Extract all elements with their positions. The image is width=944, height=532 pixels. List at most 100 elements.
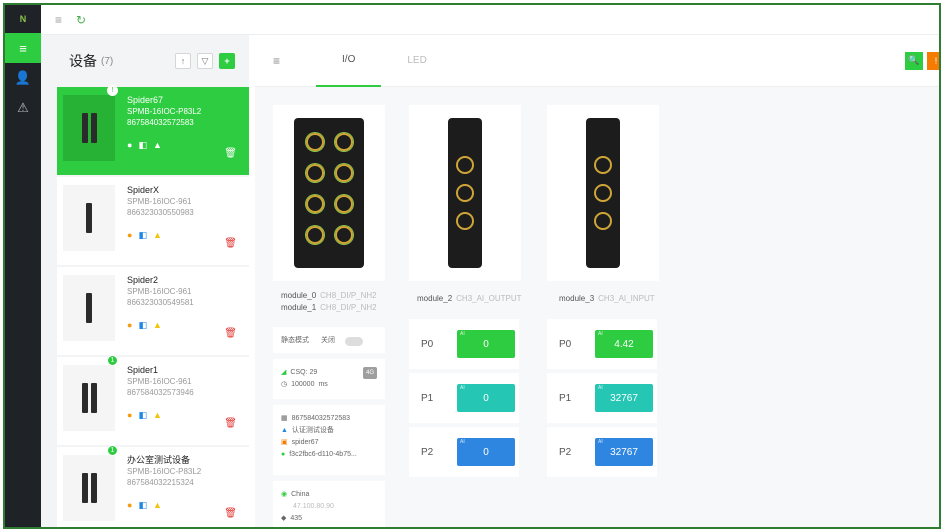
device-card[interactable]: 1 Spider1 SPMB-16IOC-961 867584032573946… <box>57 355 249 445</box>
tab-bar: ≡ I/O LED 🔍 ! <box>255 35 939 87</box>
rate-unit: ms <box>318 381 328 388</box>
location-card: ◉ China 47.100.80.90 ◆ 435 <box>273 481 385 527</box>
device-card[interactable]: Spider2 SPMB-16IOC-961 866323030549581 ●… <box>57 267 249 355</box>
device-model: SPMB-16IOC-961 <box>127 287 192 296</box>
mode-label: 静态模式 <box>281 337 309 344</box>
device-model: SPMB-16IOC-P83L2 <box>127 107 202 116</box>
device-thumbnail <box>63 95 115 161</box>
module-0-image[interactable] <box>273 105 385 281</box>
module-2-image[interactable] <box>409 105 521 281</box>
port-label: P1 <box>421 392 434 404</box>
main-menu-icon[interactable]: ≡ <box>273 54 280 68</box>
device-serial: 867584032572583 <box>127 118 194 127</box>
refresh-icon[interactable]: ↻ <box>76 13 86 27</box>
port-value[interactable]: AI 0 <box>457 384 515 412</box>
port-value[interactable]: AI 0 <box>457 438 515 466</box>
module-3-image[interactable] <box>547 105 659 281</box>
device-name: Spider2 <box>127 275 159 285</box>
device-icon: ◧ <box>138 500 147 510</box>
warning-icon: ▲ <box>152 410 162 420</box>
module-0-sub: CH8_DI/P_NH2 <box>320 291 377 300</box>
port-value[interactable]: AI 32767 <box>595 384 653 412</box>
module-3-caption: module_3 CH3_AI_INPUT <box>559 294 655 303</box>
imei-value: 867584032572583 <box>291 415 351 422</box>
location-icon: ◉ <box>281 491 288 498</box>
device-panel-title: 设备 <box>69 53 97 69</box>
status-dot-icon: ● <box>127 410 133 420</box>
status-dot-icon: ● <box>127 320 133 330</box>
search-icon[interactable]: 🔍 <box>905 51 923 70</box>
network-tag: 4G <box>362 367 377 379</box>
name-value: spider67 <box>291 439 319 446</box>
status-dot-icon: ● <box>127 500 133 510</box>
csq-value: CSQ: 29 <box>290 369 318 376</box>
delete-icon[interactable]: 🗑 <box>224 238 237 249</box>
filter-button[interactable]: ▽ <box>197 53 213 69</box>
device-badge: ! <box>107 85 118 96</box>
device-thumbnail <box>63 275 115 341</box>
io-left-p1: P1 AI 0 <box>409 373 519 423</box>
group-value: 认证测试设备 <box>291 427 334 434</box>
app-window: N ≡ 👤 ⚠ ≡ ↻ 设备 (7) ↑ ▽ + ! Spider67 SPMB… <box>3 3 941 529</box>
device-icon: ◧ <box>138 140 147 150</box>
delete-icon[interactable]: 🗑 <box>224 418 237 429</box>
device-panel-header: 设备 (7) ↑ ▽ + <box>41 35 249 87</box>
number-icon: ◆ <box>281 515 287 522</box>
tab-io[interactable]: I/O <box>316 35 382 87</box>
delete-icon[interactable]: 🗑 <box>224 328 237 339</box>
top-bar: ≡ ↻ <box>41 5 939 35</box>
mode-toggle[interactable] <box>345 336 363 346</box>
sort-button[interactable]: ↑ <box>175 53 191 69</box>
device-thumbnail <box>63 185 115 251</box>
device-icon: ◧ <box>138 230 147 240</box>
device-model: SPMB-16IOC-P83L2 <box>127 467 202 476</box>
name-icon: ▣ <box>281 439 288 446</box>
signal-card: ◢ CSQ: 29 4G ◷ 100000 ms <box>273 359 385 399</box>
device-card[interactable]: SpiderX SPMB-16IOC-961 866323030550983 ●… <box>57 177 249 265</box>
device-thumbnail <box>63 365 115 431</box>
port-label: P2 <box>421 446 434 458</box>
user-nav-icon[interactable]: 👤 <box>5 63 41 93</box>
delete-icon[interactable]: 🗑 <box>224 508 237 519</box>
io-left-p2: P2 AI 0 <box>409 427 519 477</box>
id-value: f3c2fbc6-d110-4b75... <box>289 451 357 458</box>
add-device-button[interactable]: + <box>219 53 235 69</box>
warning-icon: ▲ <box>152 140 162 150</box>
port-value[interactable]: AI 32767 <box>595 438 653 466</box>
io-left-p0: P0 AI 0 <box>409 319 519 369</box>
port-value[interactable]: AI 4.42 <box>595 330 653 358</box>
module-2-label: module_2 <box>417 294 453 303</box>
number-value: 435 <box>290 515 303 522</box>
port-value[interactable]: AI 0 <box>457 330 515 358</box>
location-sub: 47.100.80.90 <box>293 503 334 510</box>
module-3-label: module_3 <box>559 294 595 303</box>
signal-icon: ◢ <box>281 369 287 376</box>
alert-button[interactable]: ! <box>927 51 939 70</box>
location-value: China <box>291 491 310 498</box>
main-content: ≡ I/O LED 🔍 ! module_0 CH8_DI/P_NH2 modu… <box>255 35 939 527</box>
warning-icon: ▲ <box>152 500 162 510</box>
device-model: SPMB-16IOC-961 <box>127 377 192 386</box>
menu-toggle-icon[interactable]: ≡ <box>55 13 62 27</box>
device-badge: 1 <box>107 355 118 366</box>
port-label: P2 <box>559 446 572 458</box>
delete-icon[interactable]: 🗑 <box>224 148 237 159</box>
clock-icon: ◷ <box>281 381 288 388</box>
device-card[interactable]: 1 办公室测试设备 SPMB-16IOC-P83L2 8675840322153… <box>57 445 249 527</box>
io-right-p1: P1 AI 32767 <box>547 373 657 423</box>
module-1-sub: CH8_DI/P_NH2 <box>320 303 377 312</box>
tab-led[interactable]: LED <box>381 35 452 87</box>
devices-nav-icon[interactable]: ≡ <box>5 33 41 63</box>
status-dot-icon: ● <box>127 140 133 150</box>
id-icon: ● <box>281 451 286 458</box>
device-card[interactable]: ! Spider67 SPMB-16IOC-P83L2 867584032572… <box>57 85 249 175</box>
status-dot-icon: ● <box>127 230 133 240</box>
device-name: Spider1 <box>127 365 159 375</box>
device-name: 办公室测试设备 <box>127 455 191 465</box>
warning-icon: ▲ <box>152 320 162 330</box>
rate-value: 100000 <box>291 381 315 388</box>
mode-value: 关闭 <box>321 337 335 344</box>
module-1-caption: module_1 CH8_DI/P_NH2 <box>281 303 377 312</box>
alert-nav-icon[interactable]: ⚠ <box>5 93 41 123</box>
device-name: Spider67 <box>127 95 164 105</box>
